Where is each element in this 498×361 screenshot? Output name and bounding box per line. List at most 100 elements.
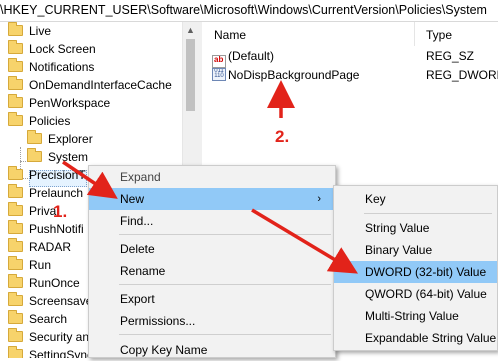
menu-item-label: Binary Value [365,243,433,257]
tree-item-label: RunOnce [29,276,80,290]
menu-item-label: QWORD (64-bit) Value [365,287,487,301]
chevron-right-icon: › [317,193,321,205]
tree-item-label: Search [29,312,68,326]
tree-item[interactable]: OnDemandInterfaceCache [8,76,172,94]
menu-item-label: Permissions... [120,314,196,328]
tree-item-label: System [48,150,89,164]
tree-item[interactable]: RunOnce [8,274,80,292]
menu-item-label: Export [120,292,155,306]
tree-item[interactable]: PrecisionT [8,166,86,184]
tree-item-label: PenWorkspace [29,96,111,110]
tree-item[interactable]: Screensave [8,292,92,310]
tree-item-label: Explorer [48,132,93,146]
submenu-item-key[interactable]: Key [334,188,497,210]
menu-item-label: Expandable String Value [365,331,497,345]
folder-icon [27,130,42,144]
tree-item-label: Policies [29,114,71,128]
tree-item-label: PrecisionT [29,168,86,182]
menu-item-expand[interactable]: Expand [89,166,335,188]
tree-item[interactable]: Run [8,256,51,274]
annotation-step-2: 2. [275,127,290,146]
tree-item-label: SettingSync [29,348,94,358]
address-bar[interactable]: \HKEY_CURRENT_USER\Software\Microsoft\Wi… [0,0,498,22]
folder-icon [8,166,23,180]
tree-item[interactable]: Live [8,22,51,40]
folder-icon [8,220,23,234]
menu-separator [364,213,492,214]
tree-item[interactable]: RADAR [8,238,71,256]
folder-icon [8,274,23,288]
value-type: REG_DWORD [426,68,498,82]
tree-item[interactable]: Lock Screen [8,40,96,58]
menu-item-delete[interactable]: Delete [89,238,335,260]
folder-icon [8,256,23,270]
tree-item-label: Lock Screen [29,42,96,56]
value-row-default[interactable]: ab (Default) [212,48,275,68]
column-divider[interactable] [414,22,415,46]
menu-item-permissions[interactable]: Permissions... [89,310,335,332]
tree-item-label: Security and [29,330,96,344]
tree-item[interactable]: Security and [8,328,96,346]
tree-item[interactable]: Explorer [27,130,93,148]
menu-item-label: Expand [120,170,161,184]
value-name: NoDispBackgroundPage [228,68,360,82]
tree-item[interactable]: PenWorkspace [8,94,110,112]
tree-item[interactable]: Policies [8,112,70,130]
column-header-type[interactable]: Type [426,28,452,42]
value-name: (Default) [228,49,275,63]
tree-item-label: OnDemandInterfaceCache [29,78,172,92]
value-row-nodispbackgroundpage[interactable]: 011 110 NoDispBackgroundPage [212,67,359,83]
tree-item-label: Live [29,24,52,38]
scrollbar-thumb[interactable] [186,39,195,111]
column-header-name[interactable]: Name [214,28,246,42]
submenu-item-qword-value[interactable]: QWORD (64-bit) Value [334,283,497,305]
folder-icon [8,310,23,324]
tree-item[interactable]: Prelaunch [8,184,83,202]
tree-item[interactable]: Notifications [8,58,94,76]
new-submenu: Key String Value Binary Value DWORD (32-… [333,185,498,351]
menu-separator [119,334,331,335]
tree-item-system[interactable]: System [27,148,88,166]
tree-item-label: Notifications [29,60,95,74]
menu-item-label: String Value [365,221,430,235]
tree-item-label: RADAR [29,240,72,254]
folder-icon [8,184,23,198]
tree-item-label: PushNotifi [29,222,84,236]
menu-item-label: Multi-String Value [365,309,459,323]
tree-item-label: Screensave [29,294,93,308]
menu-item-new[interactable]: New › [89,188,335,210]
tree-item[interactable]: Search [8,310,67,328]
folder-icon [8,112,23,126]
value-type: REG_SZ [426,49,475,63]
tree-item-label: Prelaunch [29,186,84,200]
menu-item-label: Rename [120,264,166,278]
binary-value-icon: 011 110 [212,68,226,81]
scroll-up-icon[interactable]: ▲ [183,22,198,38]
folder-icon [8,346,23,358]
submenu-item-multi-string-value[interactable]: Multi-String Value [334,305,497,327]
menu-item-label: New [120,192,145,206]
menu-separator [119,234,331,235]
folder-icon [8,22,23,36]
menu-item-label: DWORD (32-bit) Value [365,265,487,279]
menu-separator [119,284,331,285]
folder-icon [8,292,23,306]
folder-icon [8,94,23,108]
folder-icon [8,40,23,54]
tree-item[interactable]: PushNotifi [8,220,84,238]
menu-item-label: Find... [120,214,154,228]
submenu-item-dword-value[interactable]: DWORD (32-bit) Value [334,261,497,283]
folder-icon [8,328,23,342]
submenu-item-expandable-string-value[interactable]: Expandable String Value [334,327,497,349]
tree-item[interactable]: Priva [8,202,56,220]
menu-item-find[interactable]: Find... [89,210,335,232]
folder-icon [8,76,23,90]
submenu-item-binary-value[interactable]: Binary Value [334,239,497,261]
submenu-item-string-value[interactable]: String Value [334,217,497,239]
menu-item-rename[interactable]: Rename [89,260,335,282]
menu-item-export[interactable]: Export [89,288,335,310]
folder-icon [27,148,42,162]
tree-item[interactable]: SettingSync [8,346,93,358]
folder-icon [8,58,23,72]
tree-item-label: Run [29,258,52,272]
